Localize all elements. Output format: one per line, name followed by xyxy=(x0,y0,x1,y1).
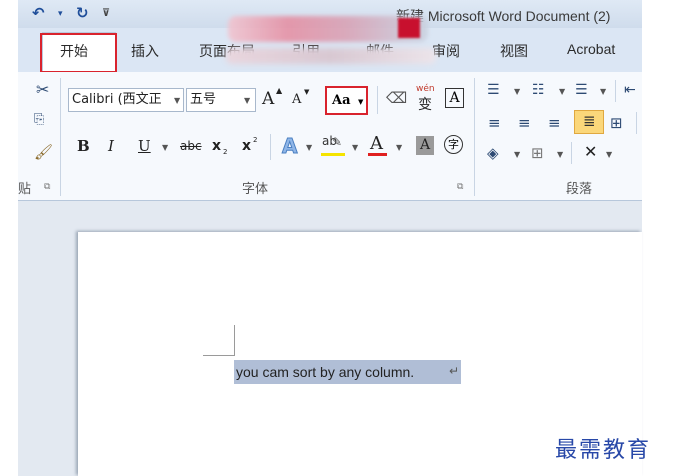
button-separator xyxy=(571,142,572,164)
tab-insert[interactable]: 插入 xyxy=(131,41,159,61)
font-color-bar xyxy=(368,153,387,156)
enclose-characters-button[interactable]: 字 xyxy=(444,135,463,154)
underline-dropdown-icon[interactable]: ▼ xyxy=(162,143,168,152)
bullets-icon[interactable]: ☰ xyxy=(487,82,500,98)
paragraph-group-label: 段落 xyxy=(566,182,593,197)
button-separator xyxy=(615,80,616,102)
tab-review[interactable]: 审阅 xyxy=(432,41,460,61)
subscript-mark: 2 xyxy=(223,148,228,156)
superscript-mark: 2 xyxy=(253,136,258,144)
margin-mark-vertical xyxy=(234,325,235,356)
redacted-area xyxy=(398,18,420,38)
shrink-font-button[interactable]: A xyxy=(292,92,301,107)
change-case-button[interactable]: Aa ▼ xyxy=(325,86,368,115)
font-color-dropdown-icon[interactable]: ▼ xyxy=(396,143,402,152)
paragraph-mark: ↵ xyxy=(449,364,460,378)
clipboard-launcher-icon[interactable]: ⧉ xyxy=(44,182,50,192)
chinese-layout-icon[interactable]: ✕ xyxy=(584,142,597,161)
font-group-label: 字体 xyxy=(242,182,269,197)
word-window: ↶ ▾ ↻ ⊽ 新建 Microsoft Word Document (2) 开… xyxy=(0,0,675,476)
window-title: 新建 Microsoft Word Document (2) xyxy=(396,8,611,24)
shrink-font-arrow-icon: ▼ xyxy=(304,88,310,96)
tab-acrobat[interactable]: Acrobat xyxy=(567,41,615,57)
phonetic-guide-button[interactable]: 变 xyxy=(418,94,432,114)
undo-dropdown-icon[interactable]: ▾ xyxy=(58,9,63,19)
highlight-color-bar xyxy=(321,153,345,156)
group-separator xyxy=(60,78,61,196)
strikethrough-button[interactable]: abc xyxy=(180,139,202,153)
clear-formatting-icon[interactable]: ⌫ xyxy=(386,89,407,107)
justify-button[interactable]: ≣ xyxy=(574,110,604,134)
multilevel-list-icon[interactable]: ☰ xyxy=(575,82,588,98)
font-name-value: Calibri (西文正 xyxy=(72,92,162,107)
margin-mark-horizontal xyxy=(203,355,235,356)
underline-button[interactable]: U xyxy=(138,137,151,155)
shading-dropdown-icon[interactable]: ▼ xyxy=(514,150,520,159)
highlighter-pen-icon: ✎ xyxy=(332,135,343,149)
cut-icon[interactable]: ✂ xyxy=(36,80,49,99)
watermark-text: 最需教育 xyxy=(555,438,652,463)
tab-home-highlight-box xyxy=(40,33,117,73)
font-name-dropdown-icon[interactable]: ▼ xyxy=(174,96,180,105)
font-launcher-icon[interactable]: ⧉ xyxy=(457,182,463,192)
bullets-dropdown-icon[interactable]: ▼ xyxy=(514,87,520,96)
change-case-dropdown-icon: ▼ xyxy=(358,97,364,106)
align-center-icon[interactable]: ≡ xyxy=(518,114,531,132)
copy-icon[interactable]: ⎘ xyxy=(34,112,44,127)
button-separator xyxy=(270,134,271,160)
grow-font-arrow-icon: ▲ xyxy=(276,86,283,95)
bold-button[interactable]: B xyxy=(77,137,90,155)
chinese-layout-dropdown-icon[interactable]: ▼ xyxy=(606,150,612,159)
borders-dropdown-icon[interactable]: ▼ xyxy=(557,150,563,159)
group-separator xyxy=(474,78,475,196)
document-text[interactable]: you cam sort by any column. xyxy=(236,364,414,380)
multilevel-dropdown-icon[interactable]: ▼ xyxy=(600,87,606,96)
character-shading-button[interactable]: A xyxy=(416,136,434,155)
highlight-dropdown-icon[interactable]: ▼ xyxy=(352,143,358,152)
font-size-dropdown-icon[interactable]: ▼ xyxy=(244,96,250,105)
phonetic-guide-annotation: wén xyxy=(416,84,435,94)
distributed-icon[interactable]: ⊞ xyxy=(610,114,623,132)
grow-font-button[interactable]: A xyxy=(262,89,274,109)
tab-view[interactable]: 视图 xyxy=(500,41,528,61)
customize-quick-access-icon[interactable]: ⊽ xyxy=(102,8,110,19)
font-size-value: 五号 xyxy=(190,92,217,107)
redacted-area xyxy=(226,48,436,64)
decrease-indent-icon[interactable]: ⇤ xyxy=(624,82,636,98)
italic-button[interactable]: I xyxy=(108,137,114,155)
numbering-icon[interactable]: ☷ xyxy=(532,82,545,98)
font-name-box[interactable]: Calibri (西文正 xyxy=(68,88,184,112)
justify-icon: ≣ xyxy=(583,112,596,130)
clipboard-group-label: 贴 xyxy=(18,182,32,197)
undo-icon[interactable]: ↶ xyxy=(32,4,45,22)
text-effects-button[interactable]: A xyxy=(281,134,298,159)
font-color-button[interactable]: A xyxy=(370,133,383,154)
numbering-dropdown-icon[interactable]: ▼ xyxy=(559,87,565,96)
button-separator xyxy=(377,86,378,114)
change-case-label: Aa xyxy=(332,93,351,108)
align-right-icon[interactable]: ≡ xyxy=(548,114,561,132)
button-separator xyxy=(636,112,637,134)
borders-icon[interactable]: ⊞ xyxy=(531,144,544,162)
left-margin-strip xyxy=(0,0,18,476)
align-left-icon[interactable]: ≡ xyxy=(488,114,501,132)
superscript-button[interactable]: x xyxy=(242,138,251,154)
format-painter-icon[interactable]: 🖌 xyxy=(34,143,53,161)
shading-icon[interactable]: ◈ xyxy=(487,144,499,162)
redo-icon[interactable]: ↻ xyxy=(76,4,89,22)
subscript-button[interactable]: x xyxy=(212,138,221,154)
character-border-button[interactable]: A xyxy=(445,88,464,108)
text-effects-dropdown-icon[interactable]: ▼ xyxy=(306,143,312,152)
